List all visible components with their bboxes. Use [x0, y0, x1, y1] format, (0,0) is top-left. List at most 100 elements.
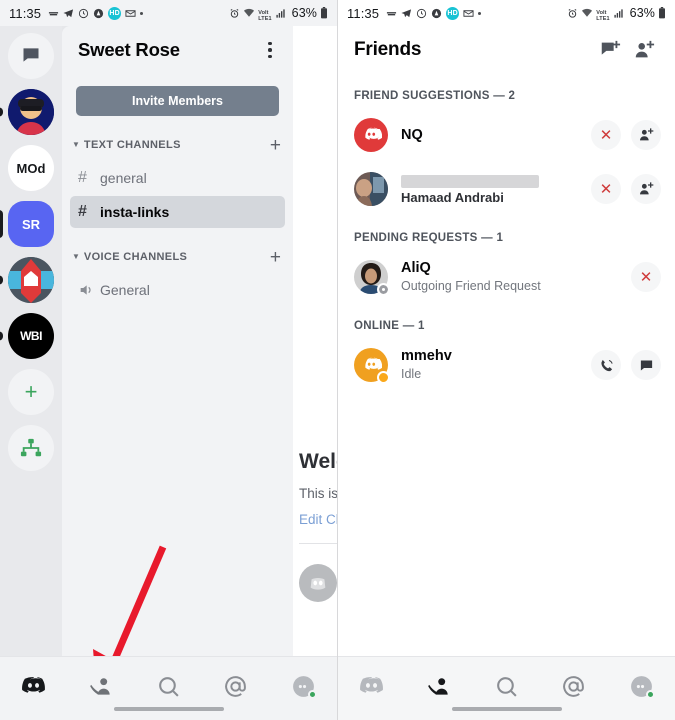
welcome-heading: Welcome to #insta-links!: [299, 450, 337, 473]
nav-servers[interactable]: [338, 671, 405, 701]
discord-logo-icon: [310, 577, 326, 590]
nav-friends[interactable]: [405, 671, 472, 701]
friend-status-text: Outgoing Friend Request: [401, 279, 541, 293]
channel-label: insta-links: [100, 204, 170, 220]
category-label: VOICE CHANNELS: [83, 251, 188, 263]
nav-friends[interactable]: [67, 671, 134, 701]
list-item[interactable]: NQ ✕: [338, 108, 675, 162]
badge-icon: HD: [108, 6, 122, 20]
add-channel-icon[interactable]: +: [270, 248, 281, 267]
server-title: Sweet Rose: [78, 39, 180, 60]
list-item[interactable]: AliQ Outgoing Friend Request ✕: [338, 250, 675, 304]
dual-screenshot: 11:35 HD Volt LTE1 63% MOd SR WBI + Swee…: [0, 0, 675, 720]
nav-search[interactable]: [473, 671, 540, 701]
server-rail-item-mod[interactable]: MOd: [7, 144, 55, 192]
status-bar-time: 11:35: [347, 5, 380, 21]
keyboard-icon: [386, 8, 397, 19]
list-item[interactable]: Hamaad Andrabi ✕: [338, 162, 675, 216]
nav-servers[interactable]: [0, 671, 67, 701]
nav-mentions[interactable]: [540, 671, 607, 701]
server-rail-label: MOd: [16, 160, 46, 176]
cancel-request-button[interactable]: ✕: [631, 262, 661, 292]
category-text-channels[interactable]: ▼ TEXT CHANNELS +: [62, 130, 293, 160]
call-button[interactable]: [591, 350, 621, 380]
close-icon: ✕: [599, 126, 613, 144]
online-status-dot: [307, 689, 317, 699]
hash-icon: #: [78, 169, 87, 186]
server-rail-label: WBI: [20, 329, 42, 343]
section-label-online: ONLINE — 1: [354, 320, 425, 332]
channel-content-peek[interactable]: Welcome to #insta-links! This is the sta…: [293, 26, 337, 720]
server-unread-pill: [0, 331, 3, 341]
volte-icon: Volt LTE1: [596, 3, 609, 23]
avatar: [354, 260, 390, 296]
dismiss-suggestion-button[interactable]: ✕: [591, 120, 621, 150]
list-item-text: AliQ Outgoing Friend Request: [401, 260, 631, 294]
wifi-icon: [581, 8, 593, 19]
mail-icon: [463, 8, 474, 19]
status-bar-left: 11:35 HD Volt LTE1 63%: [0, 0, 337, 26]
status-bar-time: 11:35: [9, 5, 42, 21]
server-rail-item-home[interactable]: [0, 256, 55, 304]
telegram-icon: [401, 8, 412, 19]
avatar: [354, 172, 388, 206]
mail-icon: [125, 8, 136, 19]
friends-screen-body: Friends FRIEND SUGGESTIONS — 2 NQ ✕ Hama…: [338, 26, 675, 720]
message-button[interactable]: [631, 350, 661, 380]
server-rail-label: SR: [21, 216, 41, 232]
speaker-icon: [78, 282, 100, 298]
redacted-username: [401, 175, 539, 188]
list-item-text: Hamaad Andrabi: [401, 173, 591, 205]
server-selected-pill: [0, 210, 3, 238]
nav-search[interactable]: [135, 671, 202, 701]
section-label-pending-requests: PENDING REQUESTS — 1: [354, 232, 504, 244]
nav-mentions[interactable]: [202, 671, 269, 701]
add-friend-button[interactable]: [627, 33, 661, 67]
nav-profile[interactable]: [270, 671, 337, 701]
alarm-icon: [229, 8, 240, 19]
alarm-icon: [567, 8, 578, 19]
server-options-icon[interactable]: [257, 37, 283, 63]
channel-item-voice-general[interactable]: General: [70, 274, 285, 306]
channel-item-insta-links[interactable]: # insta-links: [70, 196, 285, 228]
invite-members-label: Invite Members: [131, 94, 223, 108]
avatar-photo-icon: [8, 89, 54, 135]
add-friend-button[interactable]: [631, 120, 661, 150]
row-actions: ✕: [631, 262, 661, 292]
server-rail-item-wbi[interactable]: WBI: [0, 312, 55, 360]
server-header: Sweet Rose: [62, 26, 293, 74]
search-icon: [497, 676, 517, 697]
list-item[interactable]: mmehv Idle: [338, 338, 675, 392]
direct-messages-icon: [21, 45, 41, 68]
nav-profile[interactable]: [608, 671, 675, 701]
signal-icon: [275, 8, 287, 19]
invite-members-button[interactable]: Invite Members: [76, 86, 279, 116]
server-rail-item-direct-messages[interactable]: [7, 32, 55, 80]
page-title: Friends: [354, 39, 422, 60]
status-bar-right: 11:35 HD Volt LTE1 63%: [338, 0, 675, 26]
new-message-button[interactable]: [593, 33, 627, 67]
server-rail-item-photo[interactable]: [0, 88, 55, 136]
list-item-text: NQ: [401, 127, 591, 144]
add-friend-icon: [640, 182, 654, 195]
add-friend-button[interactable]: [631, 174, 661, 204]
server-rail-item-sr[interactable]: SR: [0, 200, 55, 248]
add-channel-icon[interactable]: +: [270, 136, 281, 155]
list-item-text: mmehv Idle: [401, 348, 591, 382]
edit-channel-link[interactable]: Edit Channel: [299, 512, 337, 527]
status-badge: [377, 283, 390, 296]
explore-icon: [20, 438, 42, 457]
server-rail-item-explore[interactable]: [7, 424, 55, 472]
dismiss-suggestion-button[interactable]: ✕: [591, 174, 621, 204]
battery-percent: 63%: [629, 6, 655, 20]
server-rail-item-add-server[interactable]: +: [7, 368, 55, 416]
channel-item-general[interactable]: # general: [70, 162, 285, 194]
category-voice-channels[interactable]: ▼ VOICE CHANNELS +: [62, 242, 293, 272]
clock-icon: [78, 8, 89, 19]
divider: [299, 543, 337, 544]
dot-icon: [140, 11, 144, 15]
avatar: [299, 564, 337, 602]
status-badge: [377, 371, 390, 384]
telegram-icon: [63, 8, 74, 19]
friend-status-text: Idle: [401, 367, 422, 381]
